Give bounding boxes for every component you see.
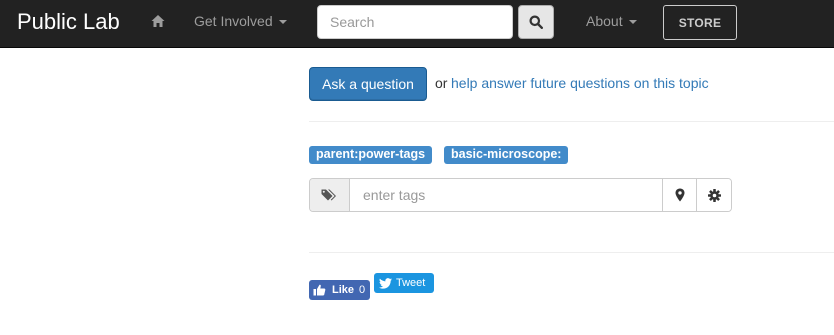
- tag-settings-button[interactable]: [696, 179, 731, 211]
- divider: [309, 252, 834, 253]
- get-involved-dropdown[interactable]: Get Involved: [194, 12, 287, 30]
- like-count: 0: [359, 284, 366, 296]
- ask-question-button[interactable]: Ask a question: [309, 67, 427, 101]
- location-button[interactable]: [662, 179, 696, 211]
- or-text: or: [435, 75, 448, 91]
- divider: [309, 121, 834, 122]
- tag-input-group: [309, 178, 732, 212]
- twitter-bird-icon: [379, 277, 392, 289]
- gear-icon: [707, 188, 721, 202]
- chevron-down-icon: [278, 20, 287, 25]
- like-label: Like: [332, 284, 355, 296]
- search-icon: [529, 15, 543, 29]
- about-label: About: [586, 13, 623, 29]
- map-marker-icon: [675, 188, 684, 202]
- help-answer-link[interactable]: help answer future questions on this top…: [451, 75, 709, 91]
- home-icon[interactable]: [151, 14, 165, 28]
- store-button[interactable]: STORE: [663, 5, 737, 40]
- top-navbar: Public Lab Get Involved About STORE: [0, 0, 834, 48]
- tags-input[interactable]: [351, 179, 662, 211]
- thumbs-up-icon: [313, 284, 326, 296]
- tweet-label: Tweet: [396, 277, 426, 289]
- search-input[interactable]: [317, 5, 513, 39]
- tags-addon: [310, 179, 350, 211]
- tag-badge-basic-microscope[interactable]: basic-microscope:: [444, 146, 569, 164]
- get-involved-label: Get Involved: [194, 13, 273, 29]
- about-dropdown[interactable]: About: [586, 12, 637, 30]
- search-button[interactable]: [518, 5, 554, 39]
- tag-badge-parent-power-tags[interactable]: parent:power-tags: [309, 146, 433, 164]
- chevron-down-icon: [628, 20, 637, 25]
- facebook-like-button[interactable]: Like 0: [309, 280, 370, 300]
- tags-icon: [321, 189, 336, 201]
- tweet-button[interactable]: Tweet: [374, 273, 434, 293]
- brand-logo-text[interactable]: Public Lab: [17, 9, 120, 35]
